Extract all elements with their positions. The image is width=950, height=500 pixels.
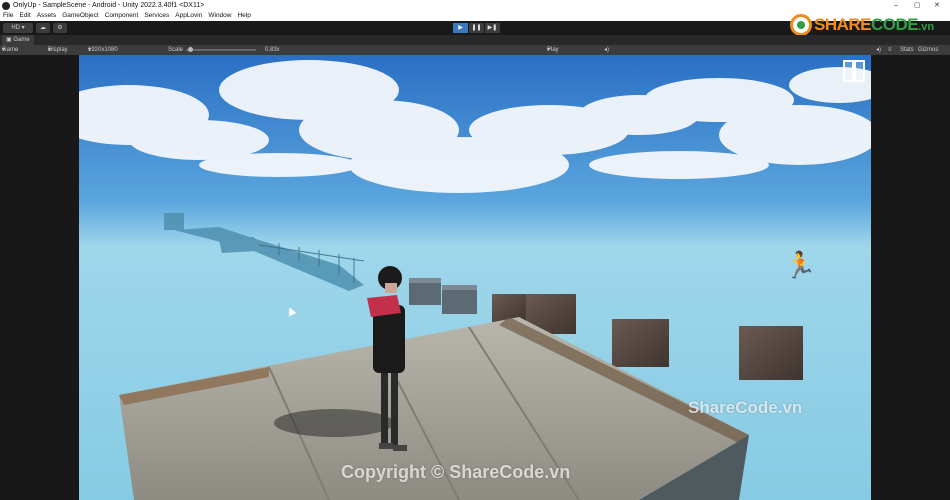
tab-game-label: Game bbox=[13, 37, 30, 43]
play-button[interactable]: ▶ bbox=[453, 23, 468, 33]
step-button[interactable]: ▶❚ bbox=[485, 23, 500, 33]
menu-window[interactable]: Window bbox=[205, 11, 234, 21]
window-title: OnlyUp - SampleScene - Android - Unity 2… bbox=[13, 2, 205, 9]
scale-slider[interactable] bbox=[186, 49, 256, 51]
display-select[interactable]: Display 1 ▾ bbox=[48, 45, 68, 63]
stats-button[interactable]: Stats bbox=[900, 45, 914, 55]
view-select-label: Game bbox=[2, 47, 19, 53]
play-mode-select[interactable]: Play Focused ▾ bbox=[547, 45, 570, 63]
brand-suffix: CODE bbox=[871, 15, 919, 34]
character-shadow bbox=[274, 409, 394, 437]
minimize-button[interactable]: – bbox=[894, 0, 898, 11]
menu-gameobject[interactable]: GameObject bbox=[59, 11, 102, 21]
collab-icon[interactable]: ⚙ bbox=[53, 23, 67, 33]
game-scene bbox=[79, 55, 871, 500]
view-select[interactable]: Game ▾ bbox=[2, 45, 18, 55]
unity-logo-icon bbox=[2, 1, 10, 10]
menu-edit[interactable]: Edit bbox=[16, 11, 33, 21]
window-titlebar: OnlyUp - SampleScene - Android - Unity 2… bbox=[0, 0, 950, 11]
gizmos-button[interactable]: Gizmos bbox=[918, 45, 938, 55]
account-dropdown[interactable]: HD ▾ bbox=[3, 23, 33, 33]
close-button[interactable]: ✕ bbox=[934, 0, 940, 11]
maximize-button[interactable]: ▢ bbox=[914, 0, 921, 11]
scale-label: Scale bbox=[168, 47, 184, 53]
scale-value: 0.83x bbox=[265, 47, 280, 53]
scale-slider-handle[interactable] bbox=[188, 47, 193, 52]
play-controls: ▶ ❚❚ ▶❚ bbox=[453, 23, 500, 33]
pause-button[interactable]: ❚❚ bbox=[469, 23, 484, 33]
resolution-select[interactable]: 1920x1080 Landscape ▾ bbox=[88, 45, 118, 63]
watermark-center: Copyright © ShareCode.vn bbox=[341, 462, 571, 482]
sharecode-logo-icon bbox=[790, 14, 812, 36]
stats-toggle-icon[interactable]: ≡ bbox=[888, 45, 892, 55]
mute-icon[interactable]: ◂) bbox=[876, 45, 881, 55]
account-label: HD bbox=[11, 25, 20, 31]
menu-file[interactable]: File bbox=[0, 11, 16, 21]
menu-services[interactable]: Services bbox=[141, 11, 172, 21]
brand-tld: .vn bbox=[918, 21, 935, 33]
brand-prefix: SHARE bbox=[814, 15, 872, 34]
audio-icon[interactable]: ◂) bbox=[604, 45, 609, 55]
running-person-icon[interactable]: 🏃 bbox=[784, 252, 816, 278]
pause-icon[interactable] bbox=[843, 60, 865, 82]
tab-game[interactable]: ▣ Game bbox=[2, 35, 34, 45]
cloud-icon[interactable]: ☁ bbox=[36, 23, 50, 33]
watermark-right: ShareCode.vn bbox=[688, 398, 803, 417]
menu-component[interactable]: Component bbox=[102, 11, 142, 21]
menu-applovin[interactable]: AppLovin bbox=[172, 11, 205, 21]
game-view-toolbar: Game ▾ Display 1 ▾ 1920x1080 Landscape ▾… bbox=[0, 45, 950, 63]
game-tab-strip: ▣ Game bbox=[0, 35, 950, 45]
menu-assets[interactable]: Assets bbox=[34, 11, 60, 21]
sharecode-logo: SHARECODE .vn bbox=[790, 13, 934, 37]
menu-help[interactable]: Help bbox=[234, 11, 253, 21]
game-viewport[interactable] bbox=[79, 55, 871, 500]
